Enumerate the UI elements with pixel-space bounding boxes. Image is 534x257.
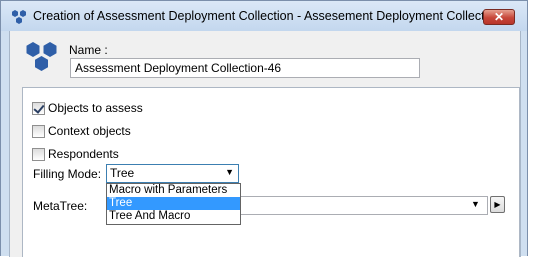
metatree-label: MetaTree: bbox=[33, 199, 88, 213]
dropdown-option-tree[interactable]: Tree bbox=[107, 197, 240, 210]
window-title: Creation of Assessment Deployment Collec… bbox=[33, 9, 498, 23]
blue-hexagons-icon bbox=[26, 42, 57, 71]
close-button[interactable]: ✕ bbox=[483, 9, 515, 25]
dropdown-option-tree-and-macro[interactable]: Tree And Macro bbox=[107, 210, 240, 223]
context-objects-option[interactable]: Context objects bbox=[32, 123, 131, 139]
filling-mode-select[interactable]: Tree ▼ bbox=[106, 164, 239, 183]
dropdown-option-macro-with-parameters[interactable]: Macro with Parameters bbox=[107, 184, 240, 197]
objects-to-assess-option[interactable]: Objects to assess bbox=[32, 100, 143, 116]
chevron-down-icon[interactable]: ▼ bbox=[471, 199, 480, 209]
respondents-label: Respondents bbox=[48, 147, 119, 161]
title-bar[interactable]: Creation of Assessment Deployment Collec… bbox=[1, 1, 527, 31]
filling-mode-value: Tree bbox=[110, 166, 135, 180]
name-label: Name : bbox=[69, 43, 108, 57]
chevron-down-icon: ▼ bbox=[225, 167, 234, 177]
blue-hexagons-icon bbox=[12, 10, 26, 24]
dialog-window: Creation of Assessment Deployment Collec… bbox=[0, 0, 528, 257]
context-objects-checkbox[interactable] bbox=[32, 124, 45, 138]
filling-mode-dropdown: Macro with Parameters Tree Tree And Macr… bbox=[106, 183, 241, 225]
options-panel: Objects to assess Context objects Respon… bbox=[22, 87, 520, 257]
respondents-option[interactable]: Respondents bbox=[32, 146, 119, 162]
dialog-content: Name : Assessment Deployment Collection-… bbox=[9, 31, 521, 257]
respondents-checkbox[interactable] bbox=[32, 147, 45, 161]
objects-to-assess-checkbox[interactable] bbox=[32, 101, 45, 115]
context-objects-label: Context objects bbox=[48, 124, 131, 138]
chevron-right-icon: ▶ bbox=[494, 200, 501, 209]
name-input[interactable]: Assessment Deployment Collection-46 bbox=[70, 58, 420, 78]
metatree-browse-button[interactable]: ▶ bbox=[490, 196, 505, 213]
close-icon: ✕ bbox=[493, 10, 505, 24]
filling-mode-label: Filling Mode: bbox=[33, 167, 102, 181]
objects-to-assess-label: Objects to assess bbox=[48, 101, 143, 115]
